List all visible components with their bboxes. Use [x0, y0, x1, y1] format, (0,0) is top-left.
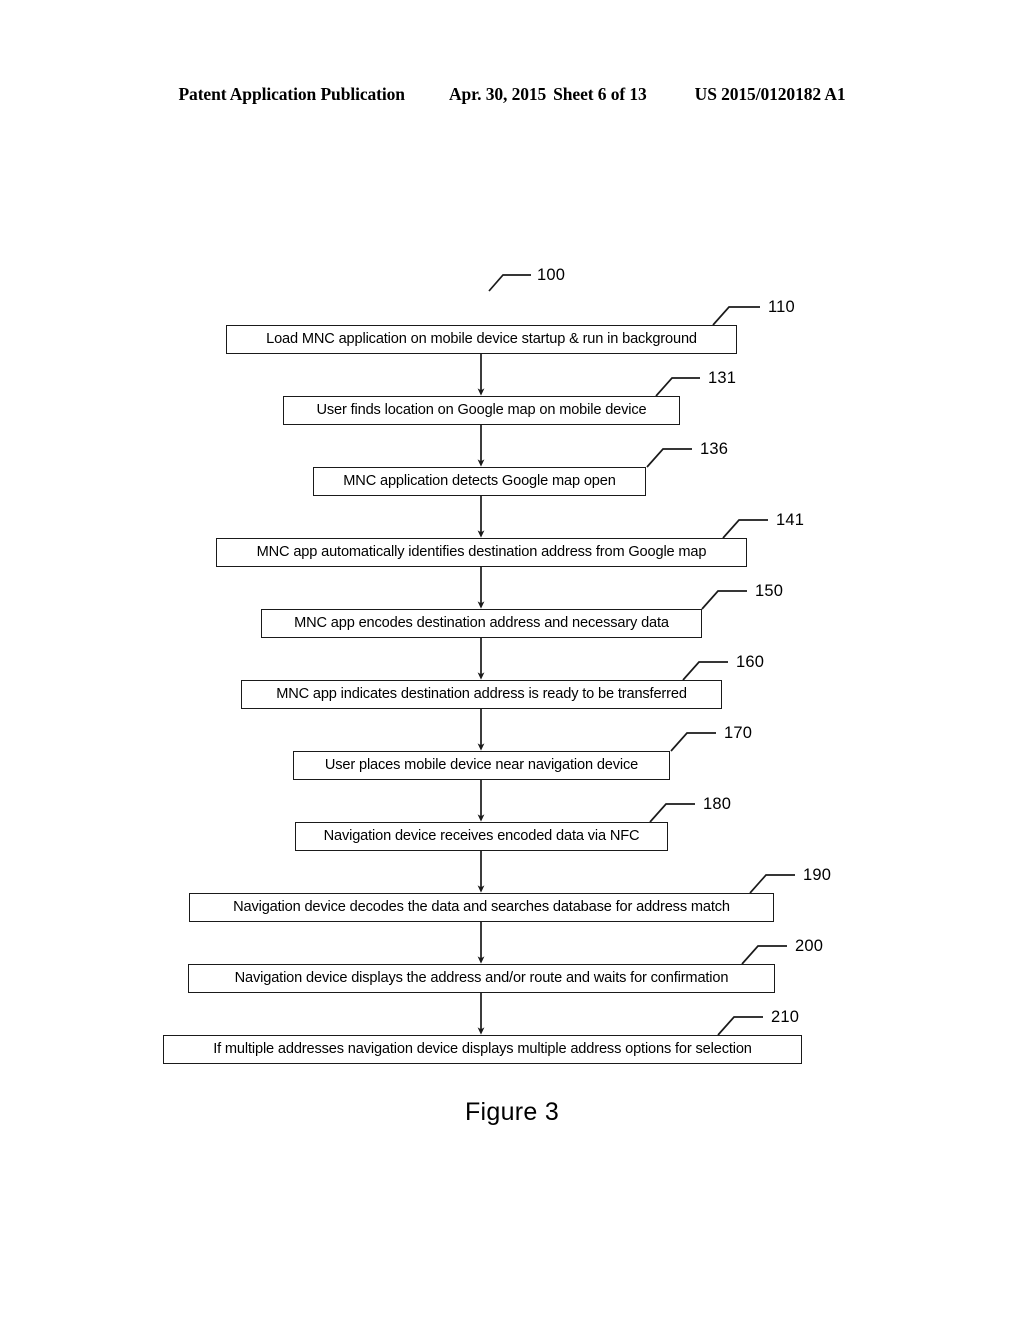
- process-node-210[interactable]: If multiple addresses navigation device …: [163, 1035, 802, 1064]
- process-node-label: MNC application detects Google map open: [343, 473, 616, 490]
- leader-line-190: [749, 874, 795, 894]
- leader-line-170: [670, 732, 716, 752]
- process-node-label: Navigation device decodes the data and s…: [233, 899, 730, 916]
- reference-numeral-170: 170: [724, 724, 753, 742]
- process-node-131[interactable]: User finds location on Google map on mob…: [283, 396, 680, 425]
- reference-numeral-131: 131: [708, 369, 737, 387]
- leader-line-200: [741, 945, 787, 965]
- process-node-150[interactable]: MNC app encodes destination address and …: [261, 609, 702, 638]
- process-node-label: If multiple addresses navigation device …: [213, 1041, 752, 1058]
- reference-numeral-110: 110: [768, 298, 795, 316]
- leader-line-131: [655, 377, 700, 397]
- process-node-label: MNC app indicates destination address is…: [276, 686, 687, 703]
- leader-line-100: [488, 274, 531, 292]
- process-node-160[interactable]: MNC app indicates destination address is…: [241, 680, 722, 709]
- process-node-label: MNC app automatically identifies destina…: [256, 544, 707, 561]
- process-node-label: MNC app encodes destination address and …: [294, 615, 669, 632]
- reference-numeral-210: 210: [771, 1008, 800, 1026]
- leader-line-136: [646, 448, 692, 468]
- reference-numeral-160: 160: [736, 653, 765, 671]
- process-node-190[interactable]: Navigation device decodes the data and s…: [189, 893, 774, 922]
- figure-caption: Figure 3: [464, 1098, 560, 1126]
- reference-numeral-141: 141: [776, 511, 805, 529]
- leader-line-110: [712, 306, 760, 326]
- process-node-label: User places mobile device near navigatio…: [324, 757, 639, 774]
- process-node-180[interactable]: Navigation device receives encoded data …: [295, 822, 668, 851]
- process-node-label: Navigation device receives encoded data …: [323, 828, 640, 845]
- process-node-label: Navigation device displays the address a…: [234, 970, 729, 987]
- process-node-136[interactable]: MNC application detects Google map open: [313, 467, 646, 496]
- leader-line-150: [701, 590, 747, 610]
- leader-line-210: [717, 1016, 763, 1036]
- reference-numeral-180: 180: [703, 795, 732, 813]
- process-node-label: User finds location on Google map on mob…: [316, 402, 647, 419]
- process-node-200[interactable]: Navigation device displays the address a…: [188, 964, 775, 993]
- process-node-label: Load MNC application on mobile device st…: [266, 331, 697, 348]
- process-node-110[interactable]: Load MNC application on mobile device st…: [226, 325, 737, 354]
- process-node-170[interactable]: User places mobile device near navigatio…: [293, 751, 670, 780]
- process-node-141[interactable]: MNC app automatically identifies destina…: [216, 538, 747, 567]
- reference-numeral-190: 190: [803, 866, 832, 884]
- reference-numeral-136: 136: [700, 440, 729, 458]
- reference-numeral-200: 200: [795, 937, 824, 955]
- reference-numeral-150: 150: [755, 582, 784, 600]
- leader-line-180: [649, 803, 695, 823]
- leader-line-160: [682, 661, 728, 681]
- leader-line-141: [722, 519, 768, 539]
- reference-numeral-100: 100: [537, 266, 566, 284]
